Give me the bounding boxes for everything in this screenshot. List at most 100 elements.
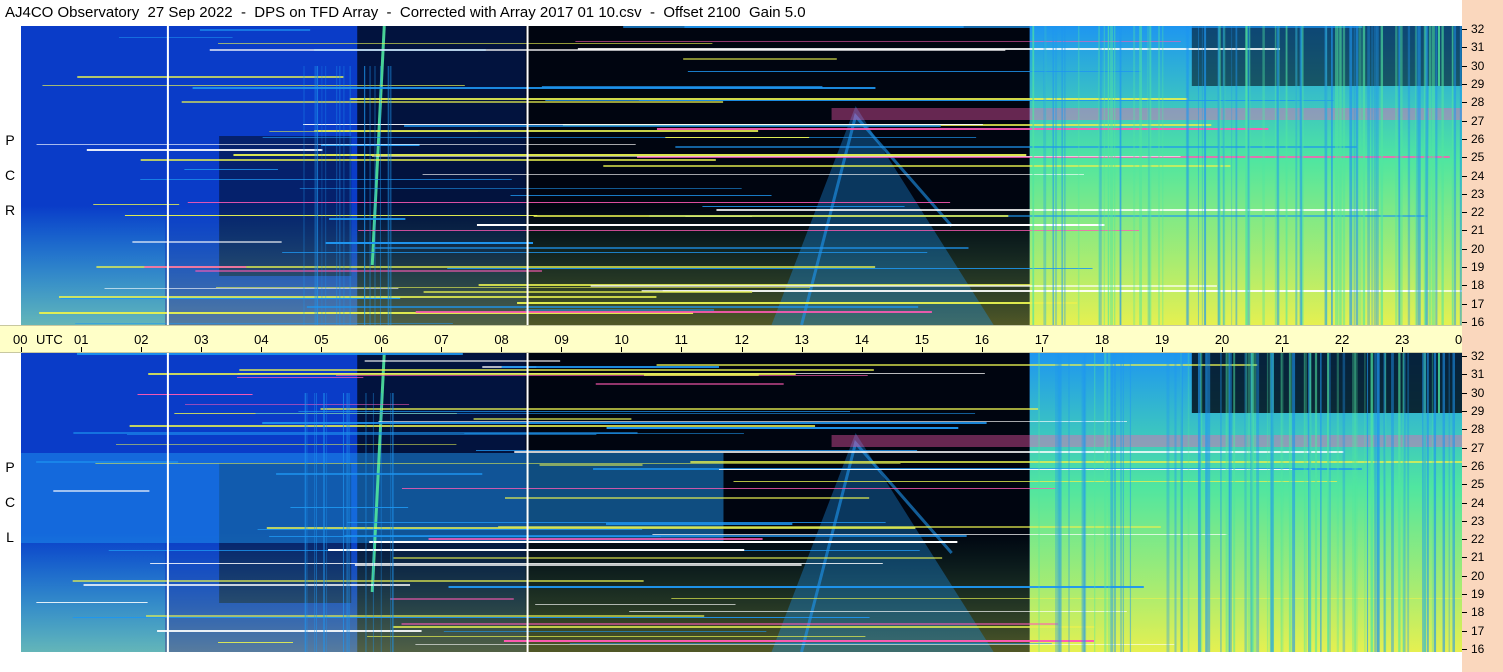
interference-line [320, 408, 1039, 410]
vertical-streak [1147, 26, 1149, 325]
utc-tick-mark [981, 347, 983, 352]
vertical-streak [1129, 353, 1132, 652]
interference-line [59, 296, 657, 298]
vertical-streak [1441, 26, 1444, 325]
vertical-streak [1383, 353, 1386, 652]
vertical-streak [1336, 353, 1339, 652]
vertical-streak [1187, 353, 1190, 652]
vertical-streak [1061, 26, 1064, 325]
utc-tick-mark [1161, 347, 1163, 352]
frequency-tick-label: 28 [1471, 422, 1485, 437]
vertical-streak [392, 393, 394, 652]
utc-tick-label: 12 [734, 332, 749, 347]
interference-line [595, 383, 784, 385]
vertical-streak [1309, 353, 1312, 652]
vertical-streak [1098, 26, 1100, 325]
frequency-tick-label: 22 [1471, 205, 1485, 220]
frequency-tick-mark [1462, 267, 1467, 269]
utc-tick-mark [861, 347, 863, 352]
vertical-streak [1054, 26, 1058, 325]
interference-line [652, 534, 1228, 535]
frequency-tick-mark [1462, 410, 1467, 412]
vertical-streak [1423, 353, 1426, 652]
vertical-streak [1437, 353, 1440, 413]
vertical-streak [380, 393, 382, 652]
interference-line [428, 538, 763, 540]
interference-line [443, 631, 767, 632]
utc-tick-label: 04 [254, 332, 269, 347]
frequency-tick-label: 31 [1471, 40, 1485, 55]
vertical-streak [1055, 353, 1058, 652]
vertical-streak [1403, 353, 1406, 652]
interference-line [83, 584, 411, 586]
frequency-tick-label: 17 [1471, 296, 1485, 311]
chart-title: AJ4CO Observatory 27 Sep 2022 - DPS on T… [0, 0, 1462, 26]
frequency-tick-mark [1462, 175, 1467, 177]
vertical-streak [1158, 26, 1160, 325]
utc-tick-mark [441, 347, 443, 352]
interference-line [401, 623, 1059, 625]
frequency-tick-label: 16 [1471, 315, 1485, 329]
vertical-streak [1380, 26, 1384, 325]
interference-line [447, 268, 1093, 269]
interference-line [299, 188, 742, 189]
frequency-tick-mark [1462, 484, 1467, 486]
time-marker-line [526, 26, 529, 325]
utc-tick-label: 19 [1154, 332, 1170, 347]
vertical-streak [1407, 26, 1411, 325]
vertical-streak [1276, 26, 1280, 325]
interference-line [373, 247, 969, 249]
interference-line [93, 204, 180, 205]
vertical-streak [1335, 26, 1338, 325]
vertical-streak [1422, 353, 1424, 652]
interference-line [257, 529, 643, 530]
interference-line [104, 288, 399, 289]
vertical-streak [1270, 353, 1274, 652]
vertical-streak [1371, 26, 1373, 325]
frequency-tick-label: 16 [1471, 642, 1485, 656]
vertical-streak [1288, 353, 1291, 652]
utc-tick-mark [801, 347, 803, 352]
frequency-tick-mark [1462, 447, 1467, 449]
vertical-streak [387, 66, 389, 325]
interference-line [199, 29, 311, 31]
utc-tick-label: 22 [1334, 332, 1350, 347]
vertical-streak [1398, 353, 1401, 652]
utc-tick-label: 10 [614, 332, 629, 347]
interference-line [239, 369, 874, 371]
interference-line [665, 137, 810, 138]
frequency-tick-label: 19 [1471, 260, 1485, 275]
interference-line [378, 421, 1127, 422]
frequency-tick-mark [1462, 429, 1467, 431]
interference-line [656, 128, 1269, 130]
utc-tick-label: 11 [674, 332, 688, 347]
utc-tick-mark [1101, 347, 1103, 352]
vertical-streak [1327, 353, 1330, 652]
vertical-streak [1139, 26, 1142, 325]
vertical-streak [336, 66, 338, 325]
interference-line [157, 630, 422, 632]
interference-line [404, 125, 941, 127]
vertical-streak [1442, 353, 1446, 652]
vertical-streak [1107, 26, 1110, 325]
interference-line [517, 302, 1078, 304]
vertical-streak [1174, 353, 1177, 652]
polarization-letter: P [5, 459, 15, 475]
interference-line [702, 206, 905, 207]
interference-line [72, 580, 644, 582]
interference-line [358, 230, 1140, 231]
interference-line [140, 159, 716, 161]
vertical-streak [1120, 353, 1123, 652]
utc-tick-label: 17 [1034, 332, 1050, 347]
vertical-streak [1205, 353, 1208, 652]
interference-line [192, 87, 876, 89]
interference-line [629, 611, 1127, 612]
utc-tick-label: 05 [314, 332, 329, 347]
interference-line [233, 154, 1027, 156]
frequency-tick-mark [1462, 83, 1467, 85]
frequency-tick-label: 22 [1471, 532, 1485, 547]
frequency-tick-mark [1462, 557, 1467, 559]
interference-line [184, 169, 278, 170]
utc-tick-mark [501, 347, 503, 352]
vertical-streak [1133, 26, 1136, 325]
